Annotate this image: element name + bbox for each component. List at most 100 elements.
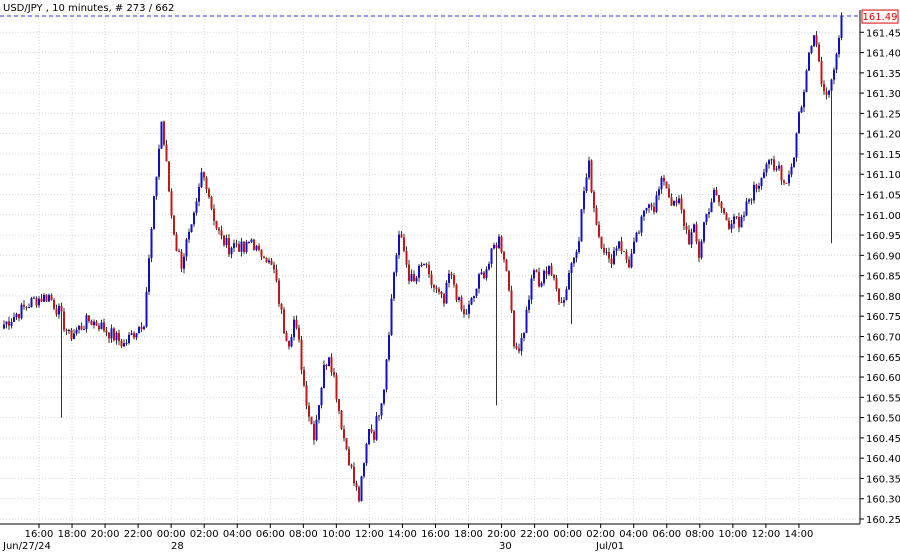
candle-down [270,260,273,265]
candle-up [423,264,425,266]
candle-up [190,224,193,233]
candle-up [13,317,15,322]
candle-down [103,322,105,331]
candle-up [585,177,588,192]
candle-up [33,297,35,299]
candle-up [158,148,160,177]
candle-up [753,184,755,201]
candle-down [723,208,725,214]
candle-down [653,206,655,212]
candle-up [808,52,810,71]
candle-up [568,272,570,290]
candle-down [98,325,100,330]
candle-up [138,327,140,334]
candle-up [673,200,675,206]
candle-up [830,79,833,91]
candle-down [503,251,505,260]
price-tick-label: 160.80 [866,292,900,303]
candle-up [225,238,228,246]
time-tick-label: 06:00 [652,529,681,540]
time-tick-label: 22:00 [124,529,153,540]
candle-down [90,321,93,326]
time-tick-label: 10:00 [718,529,747,540]
candle-up [128,334,130,343]
candle-up [418,265,420,278]
candle-up [760,177,763,186]
candle-up [640,216,643,233]
price-tick-label: 160.70 [866,332,900,343]
candle-up [690,232,693,245]
candle-up [485,269,488,278]
candle-down [65,329,68,332]
candle-up [365,444,368,464]
candle-up [385,359,388,390]
candle-down [598,224,600,237]
candle-down [515,346,518,349]
candle-down [535,270,538,272]
candle-down [560,301,563,303]
candle-up [230,247,233,255]
candle-down [170,191,173,216]
time-tick-label: 20:00 [487,529,516,540]
candle-down [60,305,63,312]
candle-down [820,61,823,84]
candle-up [233,243,235,248]
candle-down [370,429,373,432]
last-price-marker: 161.49 [861,9,899,24]
candle-down [513,310,515,347]
candle-down [23,304,25,307]
price-tick-label: 161.00 [866,211,900,222]
candle-down [425,264,428,266]
candle-down [780,165,783,181]
candle-up [840,16,843,38]
price-tick-label: 161.05 [866,191,900,202]
candle-up [638,232,640,234]
candle-up [125,342,128,344]
candle-up [588,160,590,178]
candle-up [320,388,323,406]
candle-down [210,197,213,209]
candle-up [525,309,528,333]
candle-up [58,305,60,315]
candle-up [768,160,770,165]
candle-down [180,251,183,269]
candle-up [73,333,75,339]
candle-up [143,326,145,330]
candle-down [213,208,215,221]
candle-up [548,265,550,275]
candle-up [193,212,195,225]
candle-up [570,263,573,273]
candle-down [310,416,313,424]
candle-down [205,177,208,190]
candle-down [105,330,108,333]
candle-down [440,291,443,295]
candle-up [85,315,88,329]
candle-down [623,251,625,253]
time-tick-label: 06:00 [256,529,285,540]
candle-up [605,252,608,254]
candle-down [358,487,360,502]
candle-down [403,237,405,251]
candle-up [123,343,125,347]
time-tick-label: 00:00 [157,529,186,540]
candle-down [208,189,210,198]
candle-up [245,241,248,252]
time-tick-label: 08:00 [685,529,714,540]
candle-up [498,236,500,249]
candle-up [493,244,495,249]
candle-up [805,70,808,92]
candle-up [810,46,813,53]
candle-up [643,210,645,217]
candle-up [795,133,798,158]
candle-up [3,324,5,329]
candle-up [565,289,568,301]
candle-down [400,234,403,238]
candle-down [283,309,285,334]
candle-down [218,228,220,231]
candle-up [678,198,680,203]
candle-down [25,306,28,308]
candle-down [443,294,445,304]
candle-up [328,357,330,366]
candle-up [148,258,150,292]
time-tick-label: 00:00 [553,529,582,540]
